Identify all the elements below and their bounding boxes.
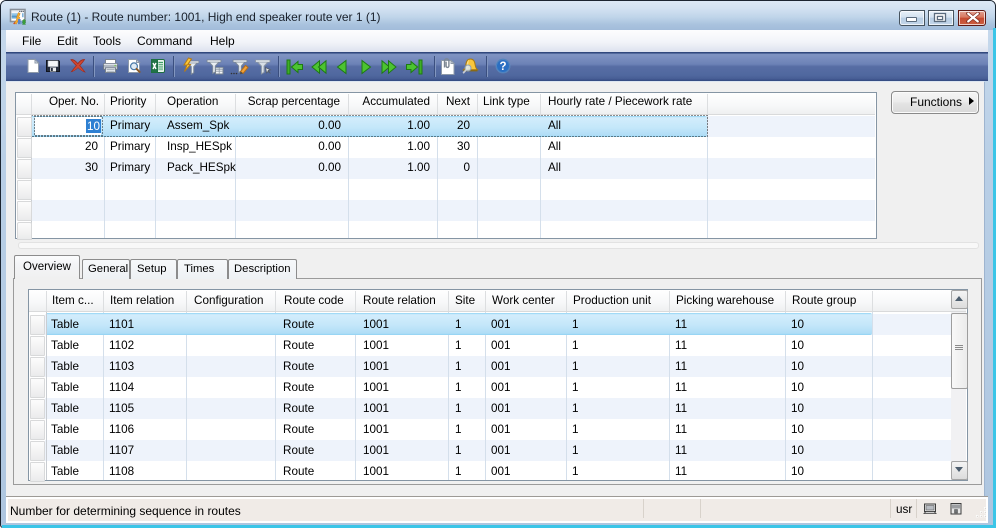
svg-text:?: ? [499, 61, 506, 73]
